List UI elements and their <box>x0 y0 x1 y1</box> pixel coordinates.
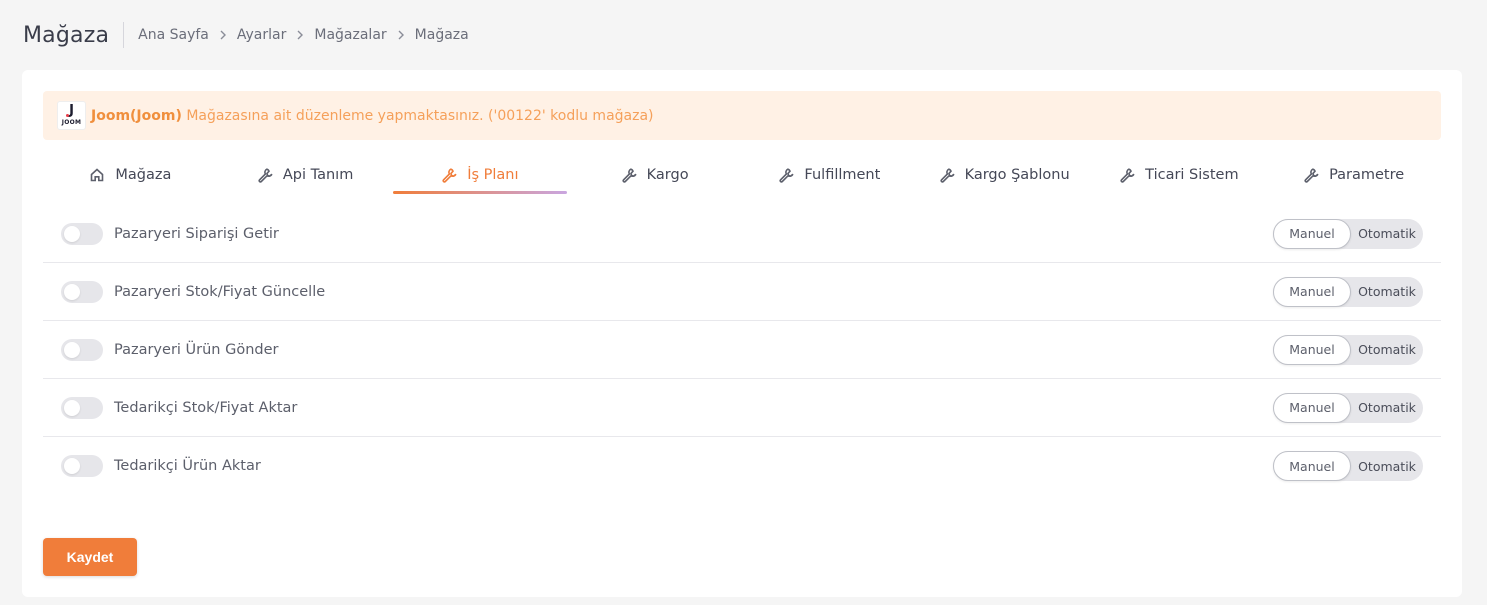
tab-label: Api Tanım <box>282 167 354 183</box>
chevron-right-icon <box>219 30 227 40</box>
enable-toggle[interactable] <box>61 455 103 477</box>
wrench-icon <box>622 168 637 183</box>
enable-toggle[interactable] <box>61 338 103 361</box>
breadcrumb-item-settings[interactable]: Ayarlar <box>237 27 286 43</box>
mode-manual-option[interactable]: Manuel <box>1273 218 1351 249</box>
mode-manual-option[interactable]: Manuel <box>1273 334 1351 365</box>
toggle-knob <box>64 458 80 474</box>
tab-cargo-template[interactable]: Kargo Şablonu <box>917 156 1092 194</box>
enable-toggle[interactable] <box>61 396 103 419</box>
store-notice: J JOOM Joom(Joom) Mağazasına ait düzenle… <box>43 91 1441 140</box>
tab-commerce-system[interactable]: Ticari Sistem <box>1092 156 1267 194</box>
mode-selector: Manuel Otomatik <box>1273 276 1423 307</box>
mode-manual-option[interactable]: Manuel <box>1273 392 1351 423</box>
home-icon <box>91 168 104 182</box>
mode-manual-option[interactable]: Manuel <box>1273 451 1351 481</box>
wrench-icon <box>1120 168 1135 183</box>
mode-selector: Manuel Otomatik <box>1273 334 1423 365</box>
job-label: Tedarikçi Ürün Aktar <box>114 458 261 474</box>
list-item: Pazaryeri Stok/Fiyat Güncelle Manuel Oto… <box>43 263 1441 321</box>
list-item: Tedarikçi Ürün Aktar Manuel Otomatik <box>43 437 1441 495</box>
breadcrumb-item-home[interactable]: Ana Sayfa <box>138 27 209 43</box>
list-item: Pazaryeri Siparişi Getir Manuel Otomatik <box>43 205 1441 263</box>
mode-auto-option[interactable]: Otomatik <box>1351 277 1423 307</box>
notice-message: Mağazasına ait düzenleme yapmaktasınız. … <box>181 107 654 124</box>
breadcrumb-item-stores[interactable]: Mağazalar <box>314 27 386 43</box>
job-plan-list: Pazaryeri Siparişi Getir Manuel Otomatik… <box>43 205 1441 495</box>
joom-logo-text: JOOM <box>61 119 82 126</box>
tab-fulfillment[interactable]: Fulfillment <box>742 156 917 194</box>
tab-label: Kargo <box>646 167 689 183</box>
wrench-icon <box>779 168 795 183</box>
notice-text: Joom(Joom) Mağazasına ait düzenleme yapm… <box>91 108 654 124</box>
notice-store-name: Joom(Joom) <box>91 107 182 124</box>
tab-business-plan[interactable]: İş Planı <box>392 156 568 194</box>
toggle-knob <box>64 283 80 300</box>
wrench-icon <box>442 168 457 183</box>
toggle-knob <box>64 399 80 416</box>
chevron-right-icon <box>296 30 304 40</box>
wrench-icon <box>1304 168 1319 183</box>
mode-selector: Manuel Otomatik <box>1273 451 1423 481</box>
tab-store[interactable]: Mağaza <box>43 156 218 194</box>
list-item: Pazaryeri Ürün Gönder Manuel Otomatik <box>43 321 1441 379</box>
mode-auto-option[interactable]: Otomatik <box>1351 393 1423 423</box>
tab-cargo[interactable]: Kargo <box>567 156 742 194</box>
tab-label: Parametre <box>1329 167 1405 183</box>
tab-label: Fulfillment <box>804 167 881 183</box>
settings-tabs: Mağaza Api Tanım İş Planı Kargo Fulfillm… <box>43 156 1441 194</box>
title-divider <box>123 22 125 48</box>
tab-label: Ticari Sistem <box>1145 167 1239 183</box>
mode-selector: Manuel Otomatik <box>1273 392 1423 423</box>
job-label: Pazaryeri Ürün Gönder <box>114 341 279 358</box>
mode-selector: Manuel Otomatik <box>1273 218 1423 249</box>
mode-auto-option[interactable]: Otomatik <box>1351 219 1423 249</box>
job-label: Pazaryeri Siparişi Getir <box>114 225 279 242</box>
breadcrumb-item-store: Mağaza <box>414 27 469 43</box>
job-label: Pazaryeri Stok/Fiyat Güncelle <box>114 283 326 300</box>
tab-parameter[interactable]: Parametre <box>1266 156 1441 194</box>
enable-toggle[interactable] <box>61 222 103 245</box>
mode-manual-option[interactable]: Manuel <box>1273 276 1351 307</box>
wrench-icon <box>258 168 273 183</box>
toggle-knob <box>64 225 80 242</box>
chevron-right-icon <box>397 30 405 40</box>
mode-auto-option[interactable]: Otomatik <box>1351 451 1423 481</box>
enable-toggle[interactable] <box>61 280 103 303</box>
mode-auto-option[interactable]: Otomatik <box>1351 335 1423 365</box>
tab-label: Kargo Şablonu <box>964 167 1070 183</box>
breadcrumb: Ana Sayfa Ayarlar Mağazalar Mağaza <box>138 27 469 43</box>
store-settings-card: J JOOM Joom(Joom) Mağazasına ait düzenle… <box>22 70 1462 597</box>
job-label: Tedarikçi Stok/Fiyat Aktar <box>114 399 298 416</box>
list-item: Tedarikçi Stok/Fiyat Aktar Manuel Otomat… <box>43 379 1441 437</box>
tab-label: Mağaza <box>115 167 172 183</box>
page-header: Mağaza Ana Sayfa Ayarlar Mağazalar Mağaz… <box>0 0 1487 70</box>
toggle-knob <box>64 341 80 358</box>
joom-logo-letter: J <box>66 103 74 118</box>
wrench-icon <box>940 168 955 183</box>
save-button[interactable]: Kaydet <box>43 538 137 576</box>
tab-label: İş Planı <box>467 167 519 183</box>
joom-logo: J JOOM <box>57 101 86 130</box>
page-title: Mağaza <box>23 22 110 48</box>
tab-api[interactable]: Api Tanım <box>218 156 393 194</box>
